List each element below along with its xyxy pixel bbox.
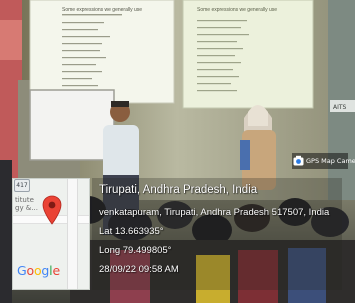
classroom-photo: Some expressions we generally use Some e… [0, 0, 355, 303]
latitude-value: Lat 13.663935° [99, 226, 164, 237]
map-place-label: gy &... [15, 204, 38, 212]
location-info-panel: Tirupati, Andhra Pradesh, India venkatap… [92, 178, 342, 290]
map-road [67, 179, 78, 289]
google-logo-letter: o [26, 263, 35, 278]
whiteboard [29, 89, 115, 161]
map-thumbnail: 417 titute gy &... Google [12, 178, 90, 290]
location-address: venkatapuram, Tirupati, Andhra Pradesh 5… [99, 207, 330, 218]
right-slide-title: Some expressions we generally use [197, 7, 277, 13]
location-title: Tirupati, Andhra Pradesh, India [99, 184, 258, 196]
gps-map-camera-badge: GPS Map Camera [292, 153, 355, 169]
timestamp: 28/09/22 09:58 AM [99, 264, 179, 275]
left-slide [29, 0, 175, 104]
left-slide-title: Some expressions we generally use [62, 7, 142, 13]
longitude-value: Long 79.499805° [99, 245, 172, 256]
google-logo-letter: G [17, 263, 27, 278]
gps-badge-label: GPS Map Camera [306, 157, 355, 165]
google-logo-letter: e [52, 263, 60, 278]
wall-sign: AITS [333, 104, 347, 111]
right-slide [182, 0, 314, 109]
map-place-label: titute [15, 196, 34, 204]
geotag-overlay: 417 titute gy &... Google Tirupati, Andh… [12, 178, 342, 290]
google-logo-letter: g [41, 263, 50, 278]
camera-icon [293, 155, 304, 166]
google-logo: Google [17, 263, 60, 278]
route-shield: 417 [14, 179, 30, 192]
map-pin-icon [42, 195, 62, 225]
